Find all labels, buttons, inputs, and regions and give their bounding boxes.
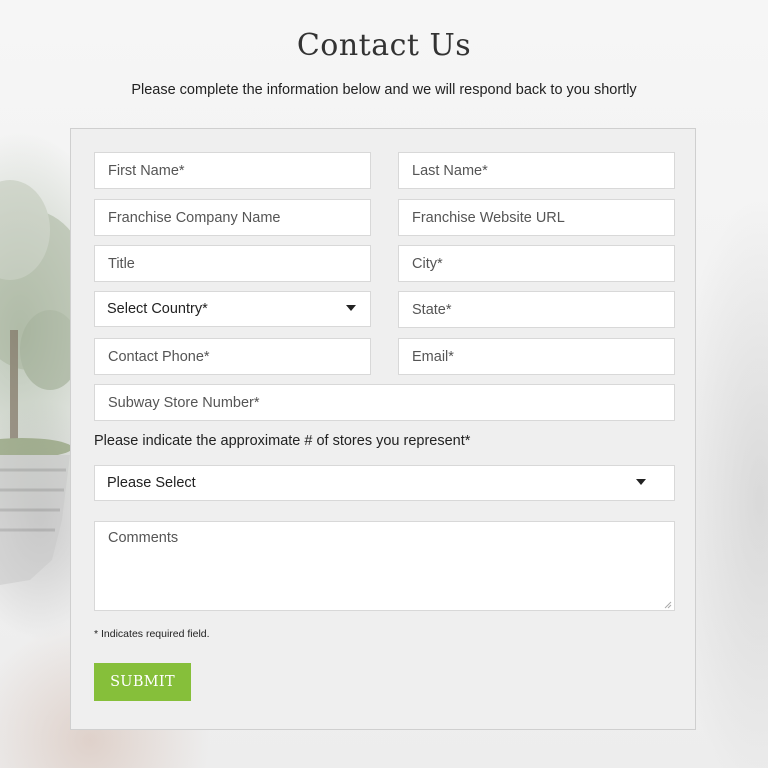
state-input[interactable]	[398, 291, 675, 328]
stores-question-label: Please indicate the approximate # of sto…	[94, 433, 471, 449]
store-number-input[interactable]	[94, 384, 675, 421]
title-input[interactable]	[94, 245, 371, 282]
required-field-note: * Indicates required field.	[94, 628, 210, 640]
email-input[interactable]	[398, 338, 675, 375]
chevron-down-icon	[636, 479, 646, 485]
country-select-value: Select Country*	[107, 301, 208, 317]
stores-select-value: Please Select	[107, 475, 196, 491]
stores-count-select[interactable]: Please Select	[94, 465, 675, 501]
last-name-input[interactable]	[398, 152, 675, 189]
country-select[interactable]: Select Country*	[94, 291, 371, 327]
comments-textarea[interactable]	[94, 521, 675, 611]
resize-grip-icon[interactable]	[664, 601, 672, 609]
first-name-input[interactable]	[94, 152, 371, 189]
franchise-company-input[interactable]	[94, 199, 371, 236]
contact-form-panel: Select Country* Please indicate the appr…	[70, 128, 696, 730]
contact-phone-input[interactable]	[94, 338, 371, 375]
page-subtitle: Please complete the information below an…	[131, 82, 637, 98]
page-title: Contact Us	[296, 28, 472, 63]
city-input[interactable]	[398, 245, 675, 282]
franchise-url-input[interactable]	[398, 199, 675, 236]
submit-button[interactable]: SUBMIT	[94, 663, 191, 701]
chevron-down-icon	[346, 305, 356, 311]
